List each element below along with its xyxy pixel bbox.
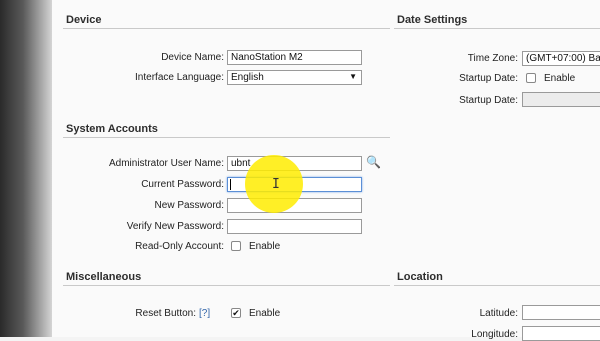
readonly-enable-label: Enable — [249, 241, 281, 252]
device-name-input[interactable]: NanoStation M2 — [227, 50, 362, 65]
reset-help-link[interactable]: [?] — [199, 308, 223, 319]
search-icon[interactable]: 🔍 — [366, 155, 381, 169]
current-password-label: Current Password: — [141, 179, 224, 190]
startup-date-input[interactable] — [522, 92, 600, 107]
left-edge-shadow — [0, 0, 58, 337]
longitude-input[interactable] — [522, 326, 600, 341]
text-cursor-icon: I — [272, 177, 280, 192]
device-section-divider — [63, 28, 390, 29]
system-accounts-section-title: System Accounts — [66, 123, 158, 135]
chevron-down-icon: ▼ — [349, 72, 357, 81]
interface-language-label: Interface Language: — [135, 72, 224, 83]
miscellaneous-divider — [63, 285, 390, 286]
startup-date-enable-label: Enable — [544, 73, 576, 84]
verify-password-input[interactable] — [227, 219, 362, 234]
readonly-account-checkbox[interactable] — [231, 241, 241, 251]
interface-language-select[interactable]: English ▼ — [227, 70, 362, 85]
admin-user-label: Administrator User Name: — [108, 158, 224, 169]
readonly-account-label: Read-Only Account: — [135, 241, 224, 252]
new-password-label: New Password: — [154, 200, 224, 211]
location-section-title: Location — [397, 271, 443, 283]
text-caret — [230, 179, 231, 190]
latitude-input[interactable] — [522, 305, 600, 320]
reset-button-checkbox[interactable]: ✔ — [231, 308, 241, 318]
time-zone-select[interactable]: (GMT+07:00) Ba — [522, 51, 600, 66]
date-settings-section-title: Date Settings — [397, 14, 468, 26]
miscellaneous-section-title: Miscellaneous — [66, 271, 142, 283]
latitude-label: Latitude: — [479, 308, 518, 319]
reset-button-label: Reset Button: — [135, 308, 196, 319]
interface-language-value: English — [231, 72, 264, 83]
reset-enable-label: Enable — [249, 308, 281, 319]
device-section-title: Device — [66, 14, 102, 26]
date-settings-divider — [394, 28, 600, 29]
longitude-label: Longitude: — [471, 329, 518, 340]
startup-date-label: Startup Date: — [459, 73, 518, 84]
device-name-label: Device Name: — [161, 52, 224, 63]
startup-date-checkbox[interactable] — [526, 73, 536, 83]
time-zone-label: Time Zone: — [467, 53, 518, 64]
location-divider — [394, 285, 600, 286]
verify-password-label: Verify New Password: — [126, 221, 224, 232]
system-accounts-divider — [63, 137, 390, 138]
startup-date-field-label: Startup Date: — [459, 95, 518, 106]
